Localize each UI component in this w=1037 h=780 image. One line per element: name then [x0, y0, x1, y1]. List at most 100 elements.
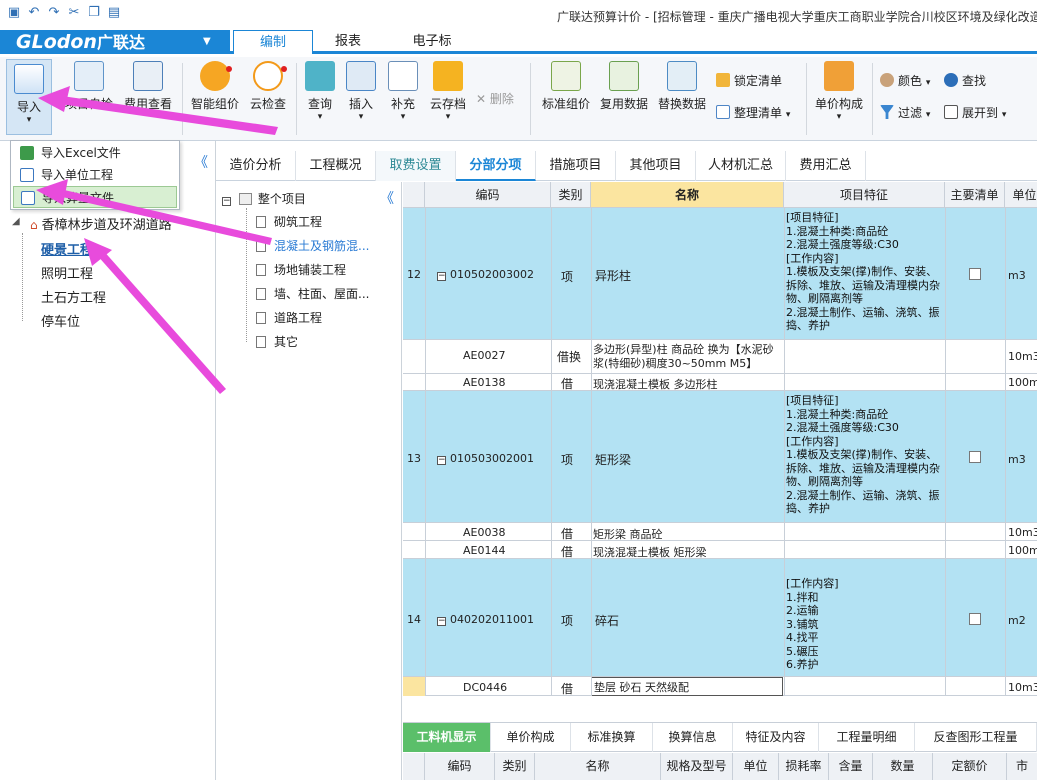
paste-icon[interactable]: ▤ [106, 5, 122, 21]
menu-item-import-quantity-file[interactable]: 导入算量文件 [13, 186, 177, 208]
tab-measures[interactable]: 措施项目 [536, 151, 616, 181]
tree-item-lighting[interactable]: 照明工程 [41, 263, 93, 282]
supplement-button[interactable]: 补充 ▾ [385, 61, 421, 122]
header-main-list[interactable]: 主要清单 [945, 182, 1005, 208]
filter-button[interactable]: 过滤 ▾ [880, 103, 930, 123]
tree-guide [22, 233, 23, 321]
section-item-selected[interactable]: 混凝土及钢筋混... [256, 237, 369, 254]
smart-price-button[interactable]: 智能组价 [188, 61, 242, 112]
row-name[interactable]: 碎石 [595, 612, 619, 629]
main-list-checkbox[interactable] [969, 268, 981, 280]
delete-button[interactable]: ✕ 删除 [476, 89, 514, 109]
header-market-price[interactable]: 市 [1007, 753, 1037, 780]
reuse-data-button[interactable]: 复用数据 [598, 61, 650, 112]
row-name[interactable]: 矩形梁 商品砼 [593, 526, 663, 542]
row-minus-icon[interactable]: − [437, 272, 446, 281]
cloud-save-button[interactable]: 云存档 ▾ [427, 61, 469, 122]
replace-data-button[interactable]: 替换数据 [656, 61, 708, 112]
project-audit-button[interactable]: 项目自检 [62, 61, 116, 112]
main-list-checkbox[interactable] [969, 451, 981, 463]
find-button[interactable]: 查找 [944, 71, 986, 91]
section-item[interactable]: 道路工程 [256, 309, 322, 326]
header-loss-rate[interactable]: 损耗率 [779, 753, 829, 780]
header-code[interactable]: 编码 [425, 753, 495, 780]
insert-button[interactable]: 插入 ▾ [343, 61, 379, 122]
query-button[interactable]: 查询 ▾ [302, 61, 338, 122]
row-feature[interactable]: [工作内容] 1.拌和 2.运输 3.铺筑 4.找平 5.碾压 6.养护 [786, 577, 944, 672]
header-content[interactable]: 含量 [829, 753, 873, 780]
row-name[interactable]: 矩形梁 [595, 451, 631, 468]
section-item[interactable]: 砌筑工程 [256, 213, 322, 230]
menu-item-import-excel[interactable]: 导入Excel文件 [13, 142, 177, 164]
header-unit[interactable]: 单位 [733, 753, 779, 780]
cut-icon[interactable]: ✂ [66, 5, 82, 21]
tab-cost-analysis[interactable]: 造价分析 [216, 151, 296, 181]
tab-e-bid[interactable]: 电子标 [392, 30, 472, 54]
title-bar: ▣ ↶ ↷ ✂ ❐ ▤ 广联达预算计价 - [招标管理 - 重庆广播电视大学重庆… [0, 0, 1037, 30]
row-feature[interactable]: [项目特征] 1.混凝土种类:商品砼 2.混凝土强度等级:C30 [工作内容] … [786, 394, 944, 516]
save-icon[interactable]: ▣ [6, 5, 22, 21]
row-name[interactable]: 现浇混凝土模板 多边形柱 [593, 376, 718, 392]
row-name[interactable]: 现浇混凝土模板 矩形梁 [593, 544, 707, 560]
color-button[interactable]: 颜色 ▾ [880, 71, 930, 91]
tree-collapse-icon[interactable]: ◢ [12, 216, 20, 227]
section-tree-root[interactable]: − 整个项目 [222, 190, 306, 207]
unit-price-button[interactable]: 单价构成 ▾ [812, 61, 866, 122]
copy-icon[interactable]: ❐ [86, 5, 102, 21]
header-type[interactable]: 类别 [551, 182, 591, 208]
tab-labor-material-display[interactable]: 工料机显示 [403, 723, 491, 752]
tree-root-item[interactable]: ⌂ 香樟林步道及环湖道路 [30, 214, 172, 233]
std-price-button[interactable]: 标准组价 [538, 61, 594, 112]
row-minus-icon[interactable]: − [437, 617, 446, 626]
row-code: AE0038 [463, 526, 506, 539]
undo-icon[interactable]: ↶ [26, 5, 42, 21]
header-type[interactable]: 类别 [495, 753, 535, 780]
collapse-panel-icon[interactable]: 《 [194, 152, 208, 172]
tab-standard-conversion[interactable]: 标准换算 [571, 723, 653, 752]
import-button[interactable]: 导入 ▾ [6, 59, 52, 135]
tree-minus-icon[interactable]: − [222, 197, 231, 206]
header-unit[interactable]: 单位 [1005, 182, 1037, 208]
tab-reverse-graphic-quantity[interactable]: 反查图形工程量 [915, 723, 1037, 752]
app-logo[interactable]: GLodon广联达 ▼ [0, 30, 230, 54]
header-name[interactable]: 名称 [535, 753, 661, 780]
collapse-section-tree-icon[interactable]: 《 [380, 188, 394, 208]
lock-list-button[interactable]: 锁定清单 [716, 71, 782, 91]
tab-reports[interactable]: 报表 [318, 30, 378, 54]
menu-item-import-unit-project[interactable]: 导入单位工程 [13, 164, 177, 186]
main-list-checkbox[interactable] [969, 613, 981, 625]
row-feature[interactable]: [项目特征] 1.混凝土种类:商品砼 2.混凝土强度等级:C30 [工作内容] … [786, 211, 944, 333]
tab-edit[interactable]: 编制 [233, 30, 313, 54]
section-item[interactable]: 场地铺装工程 [256, 261, 346, 278]
header-quota-price[interactable]: 定额价 [933, 753, 1007, 780]
header-feature[interactable]: 项目特征 [784, 182, 945, 208]
row-name[interactable]: 异形柱 [595, 267, 631, 284]
header-code[interactable]: 编码 [425, 182, 551, 208]
tab-other-items[interactable]: 其他项目 [616, 151, 696, 181]
organize-list-button[interactable]: 整理清单 ▾ [716, 103, 790, 123]
header-spec[interactable]: 规格及型号 [661, 753, 733, 780]
row-minus-icon[interactable]: − [437, 456, 446, 465]
tab-unit-price-composition[interactable]: 单价构成 [491, 723, 571, 752]
expand-to-button[interactable]: 展开到 ▾ [944, 103, 1006, 123]
tab-sub-items[interactable]: 分部分项 [456, 151, 536, 181]
logo-dropdown-icon[interactable]: ▼ [203, 30, 211, 54]
tree-item-parking[interactable]: 停车位 [41, 311, 80, 330]
tree-item-hardscape[interactable]: 硬景工程 [41, 239, 93, 258]
header-name[interactable]: 名称 [591, 182, 784, 208]
tab-project-overview[interactable]: 工程概况 [296, 151, 376, 181]
fee-view-button[interactable]: 费用查看 [120, 61, 176, 112]
section-item[interactable]: 其它 [256, 333, 298, 350]
tab-conversion-info[interactable]: 换算信息 [653, 723, 733, 752]
tab-labor-material-summary[interactable]: 人材机汇总 [696, 151, 786, 181]
row-name[interactable]: 多边形(异型)柱 商品砼 换为【水泥砂浆(特细砂)稠度30~50mm M5】 [593, 343, 783, 371]
tab-quantity-detail[interactable]: 工程量明细 [819, 723, 915, 752]
section-item[interactable]: 墙、柱面、屋面... [256, 285, 369, 302]
tree-item-earthwork[interactable]: 土石方工程 [41, 287, 106, 306]
row-name-editing[interactable]: 垫层 砂石 天然级配 [591, 677, 783, 696]
tab-fee-settings[interactable]: 取费设置 [376, 151, 456, 181]
tab-fee-summary[interactable]: 费用汇总 [786, 151, 866, 181]
header-quantity[interactable]: 数量 [873, 753, 933, 780]
tab-feature-content[interactable]: 特征及内容 [733, 723, 819, 752]
redo-icon[interactable]: ↷ [46, 5, 62, 21]
